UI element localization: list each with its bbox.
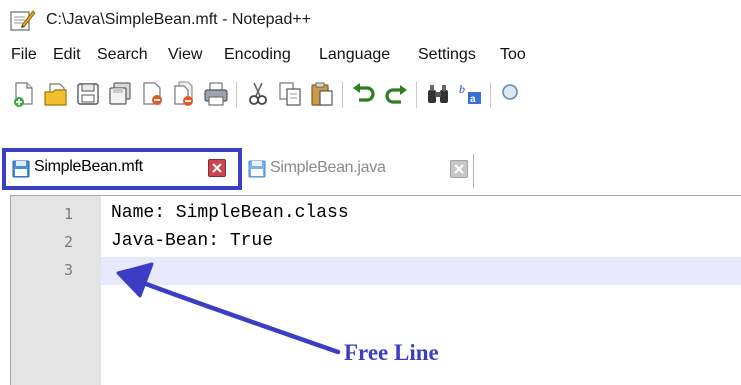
- menu-file[interactable]: File: [11, 46, 37, 64]
- tab-simplebean-java[interactable]: SimpleBean.java: [244, 154, 474, 188]
- close-all-icon[interactable]: [170, 80, 198, 108]
- close-icon[interactable]: [138, 80, 166, 108]
- menu-encoding[interactable]: Encoding: [224, 46, 291, 64]
- menu-language[interactable]: Language: [319, 46, 390, 64]
- code-line[interactable]: Name: SimpleBean.class: [111, 203, 349, 223]
- current-line-highlight: [101, 257, 741, 285]
- copy-icon[interactable]: [276, 80, 304, 108]
- line-number: 1: [63, 205, 73, 223]
- toolbar-separator: [416, 82, 417, 108]
- menu-settings[interactable]: Settings: [418, 46, 476, 64]
- menu-view[interactable]: View: [168, 46, 202, 64]
- close-tab-icon[interactable]: [208, 159, 226, 177]
- line-number-gutter: 1 2 3: [11, 196, 101, 385]
- menu-search[interactable]: Search: [97, 46, 148, 64]
- tab-label: SimpleBean.mft: [34, 158, 143, 175]
- undo-icon[interactable]: [350, 80, 378, 108]
- window-title: C:\Java\SimpleBean.mft - Notepad++: [46, 11, 312, 28]
- open-file-icon[interactable]: [42, 80, 70, 108]
- menu-edit[interactable]: Edit: [53, 46, 81, 64]
- notepad-icon: [10, 10, 36, 31]
- paste-icon[interactable]: [308, 80, 336, 108]
- code-line[interactable]: Java-Bean: True: [111, 231, 273, 251]
- cut-icon[interactable]: [244, 80, 272, 108]
- save-icon[interactable]: [74, 80, 102, 108]
- new-file-icon[interactable]: [10, 80, 38, 108]
- save-icon: [12, 160, 30, 178]
- menu-tools[interactable]: Too: [500, 46, 526, 64]
- svg-text:b: b: [459, 82, 465, 96]
- save-icon: [248, 160, 266, 178]
- toolbar-separator: [236, 82, 237, 108]
- replace-icon[interactable]: b a: [456, 80, 484, 108]
- close-tab-icon[interactable]: [450, 160, 468, 178]
- toolbar-separator: [490, 82, 491, 108]
- tab-bar: SimpleBean.mft SimpleBean.java: [0, 138, 741, 194]
- svg-text:a: a: [470, 94, 476, 105]
- save-all-icon[interactable]: [106, 80, 134, 108]
- toolbar-separator: [342, 82, 343, 108]
- free-line-annotation: Free Line: [344, 340, 439, 365]
- toolbar: b a: [0, 72, 741, 118]
- title-bar: C:\Java\SimpleBean.mft - Notepad++: [0, 0, 741, 40]
- line-number: 2: [63, 233, 73, 251]
- menu-bar: File Edit Search View Encoding Language …: [0, 40, 741, 72]
- zoom-icon[interactable]: [498, 80, 526, 108]
- find-icon[interactable]: [424, 80, 452, 108]
- tab-simplebean-mft[interactable]: SimpleBean.mft: [2, 148, 242, 190]
- line-number: 3: [63, 261, 73, 279]
- print-icon[interactable]: [202, 80, 230, 108]
- tab-label: SimpleBean.java: [270, 159, 386, 176]
- redo-icon[interactable]: [382, 80, 410, 108]
